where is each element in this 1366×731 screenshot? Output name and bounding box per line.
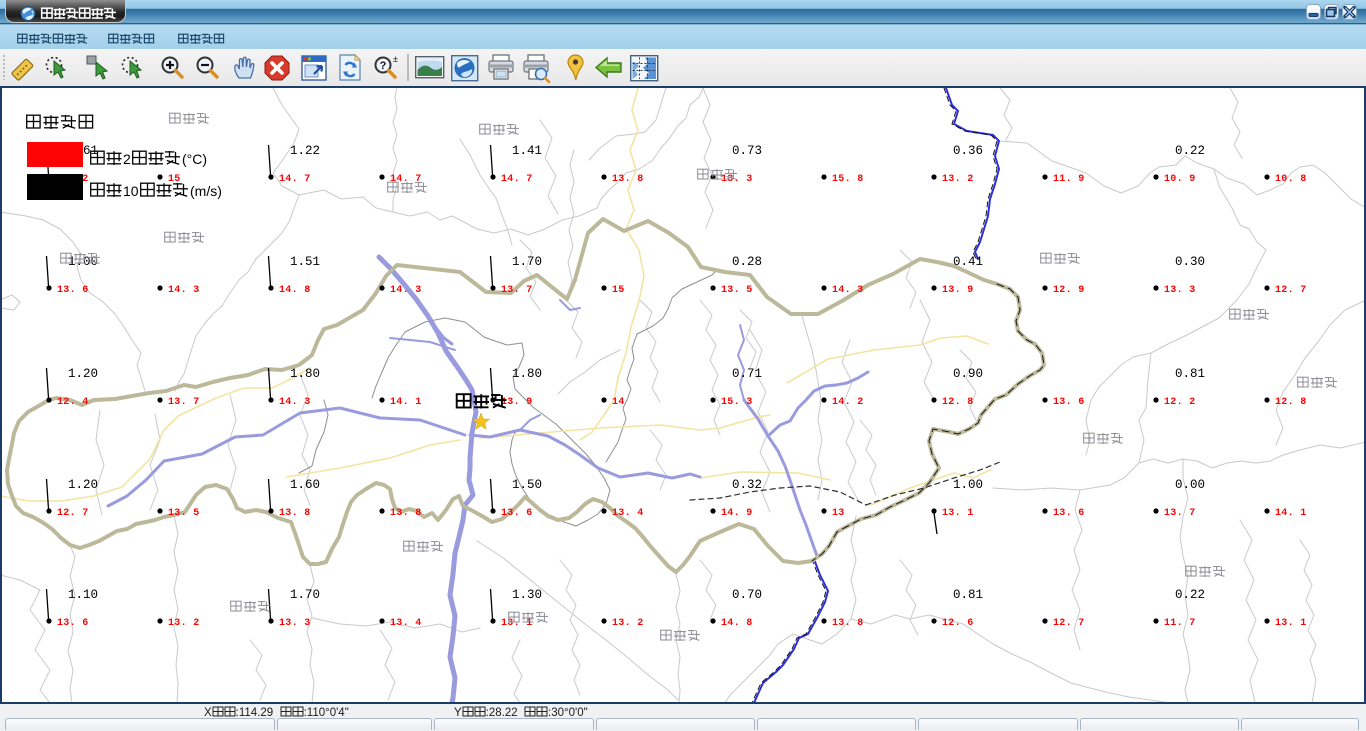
svg-text:14. 3: 14. 3 — [390, 285, 422, 296]
svg-text:14. 8: 14. 8 — [279, 285, 311, 296]
svg-text:13. 7: 13. 7 — [168, 397, 200, 408]
svg-text:1.60: 1.60 — [290, 478, 320, 492]
svg-text:0.71: 0.71 — [732, 367, 762, 381]
svg-text:0.81: 0.81 — [1175, 367, 1205, 381]
svg-text:13. 2: 13. 2 — [168, 618, 200, 629]
svg-text:13. 2: 13. 2 — [942, 174, 974, 185]
svg-text:13. 7: 13. 7 — [501, 285, 533, 296]
svg-text:13. 8: 13. 8 — [390, 508, 422, 519]
svg-text:13. 1: 13. 1 — [942, 508, 974, 519]
svg-text:1.41: 1.41 — [512, 144, 542, 158]
svg-text:1.70: 1.70 — [290, 588, 320, 602]
svg-text:12. 2: 12. 2 — [1164, 397, 1196, 408]
svg-text:14: 14 — [612, 397, 625, 408]
svg-text:13. 3: 13. 3 — [1164, 285, 1196, 296]
svg-text:(m/s): (m/s) — [190, 183, 222, 199]
svg-text:13. 6: 13. 6 — [1053, 397, 1085, 408]
svg-text:13. 4: 13. 4 — [612, 508, 644, 519]
svg-text:13. 6: 13. 6 — [1053, 508, 1085, 519]
svg-text:0.36: 0.36 — [953, 144, 983, 158]
svg-text:0.00: 0.00 — [1175, 478, 1205, 492]
svg-text:10. 8: 10. 8 — [1275, 174, 1307, 185]
svg-text:10. 9: 10. 9 — [1164, 174, 1196, 185]
svg-text:±: ± — [393, 54, 398, 64]
svg-text:0.70: 0.70 — [732, 588, 762, 602]
svg-text:13. 3: 13. 3 — [279, 618, 311, 629]
svg-text:12. 7: 12. 7 — [57, 508, 89, 519]
svg-text:14. 8: 14. 8 — [721, 618, 753, 629]
svg-text:15: 15 — [612, 285, 625, 296]
svg-text:12. 9: 12. 9 — [1053, 285, 1085, 296]
svg-text:12. 4: 12. 4 — [57, 397, 89, 408]
svg-text:13. 3: 13. 3 — [721, 174, 753, 185]
svg-text:10: 10 — [123, 183, 139, 199]
svg-text:0.41: 0.41 — [953, 255, 983, 269]
svg-text:0.28: 0.28 — [732, 255, 762, 269]
svg-text:13. 6: 13. 6 — [501, 508, 533, 519]
svg-text:1.30: 1.30 — [512, 588, 542, 602]
svg-text:0.73: 0.73 — [732, 144, 762, 158]
svg-text:13. 4: 13. 4 — [390, 618, 422, 629]
svg-text:1.80: 1.80 — [290, 367, 320, 381]
svg-text:(°C): (°C) — [182, 151, 207, 167]
svg-text:1.20: 1.20 — [68, 478, 98, 492]
svg-text:14. 7: 14. 7 — [279, 174, 311, 185]
svg-text:13: 13 — [832, 508, 845, 519]
svg-text:12. 8: 12. 8 — [1275, 397, 1307, 408]
svg-text:1.20: 1.20 — [68, 367, 98, 381]
svg-text:12. 8: 12. 8 — [942, 397, 974, 408]
svg-text:13. 8: 13. 8 — [279, 508, 311, 519]
svg-text:13. 1: 13. 1 — [1275, 618, 1307, 629]
svg-text:12. 7: 12. 7 — [1275, 285, 1307, 296]
svg-text:13. 2: 13. 2 — [612, 618, 644, 629]
svg-text:11. 9: 11. 9 — [1053, 174, 1085, 185]
svg-text:14. 3: 14. 3 — [279, 397, 311, 408]
svg-text:14. 2: 14. 2 — [832, 397, 864, 408]
svg-text:1.50: 1.50 — [512, 478, 542, 492]
svg-text:1.00: 1.00 — [953, 478, 983, 492]
svg-text:14. 3: 14. 3 — [168, 285, 200, 296]
svg-text:12. 7: 12. 7 — [1053, 618, 1085, 629]
svg-text:2: 2 — [123, 151, 131, 167]
svg-text:1.22: 1.22 — [290, 144, 320, 158]
svg-text:14. 9: 14. 9 — [721, 508, 753, 519]
svg-text:13. 5: 13. 5 — [168, 508, 200, 519]
svg-text:0.81: 0.81 — [953, 588, 983, 602]
svg-text:0.30: 0.30 — [1175, 255, 1205, 269]
svg-text:0.90: 0.90 — [953, 367, 983, 381]
svg-text:14. 7: 14. 7 — [501, 174, 533, 185]
svg-text:13. 6: 13. 6 — [57, 285, 89, 296]
svg-text:13. 7: 13. 7 — [1164, 508, 1196, 519]
svg-text:15. 3: 15. 3 — [721, 397, 753, 408]
svg-text:0.22: 0.22 — [1175, 144, 1205, 158]
svg-text:14. 3: 14. 3 — [832, 285, 864, 296]
svg-text:?: ? — [380, 60, 387, 72]
svg-text:13. 9: 13. 9 — [942, 285, 974, 296]
svg-text:1.10: 1.10 — [68, 588, 98, 602]
svg-text:0.32: 0.32 — [732, 478, 762, 492]
svg-text:12. 6: 12. 6 — [942, 618, 974, 629]
svg-text:13. 5: 13. 5 — [721, 285, 753, 296]
svg-text:14. 1: 14. 1 — [390, 397, 422, 408]
svg-text:13. 8: 13. 8 — [612, 174, 644, 185]
svg-text:11. 7: 11. 7 — [1164, 618, 1196, 629]
svg-text:13. 6: 13. 6 — [57, 618, 89, 629]
svg-text:13. 8: 13. 8 — [832, 618, 864, 629]
svg-text:14. 1: 14. 1 — [1275, 508, 1307, 519]
svg-text:1.80: 1.80 — [512, 367, 542, 381]
svg-text:13. 9: 13. 9 — [501, 397, 533, 408]
svg-text:1.51: 1.51 — [290, 255, 320, 269]
svg-text:0.22: 0.22 — [1175, 588, 1205, 602]
svg-text:1.70: 1.70 — [512, 255, 542, 269]
svg-text:15. 8: 15. 8 — [832, 174, 864, 185]
